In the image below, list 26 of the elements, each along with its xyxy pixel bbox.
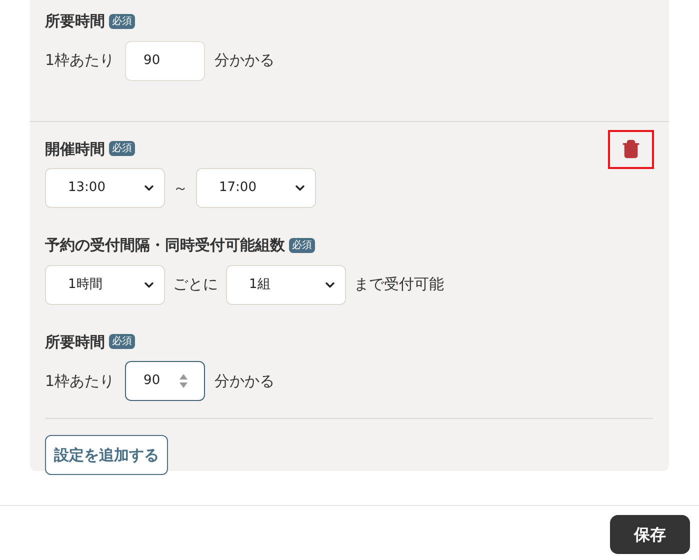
trash-icon [621,139,641,159]
number-input[interactable]: 90 [124,361,205,401]
number-input[interactable]: 90 [124,40,205,80]
add-setting-button[interactable]: 設定を追加する [45,435,168,475]
dropdown-select[interactable]: 1組 [226,264,346,304]
required-badge: 必須 [109,334,135,350]
required-badge: 必須 [289,238,315,253]
field-label: 所要時間 [45,11,105,32]
field-text: 分かかる [214,50,275,72]
field-text: 分かかる [214,370,275,392]
dropdown-select[interactable]: 13:00 [45,168,165,208]
spinner-arrows-icon[interactable] [178,373,188,389]
dropdown-select[interactable]: 1時間 [45,264,165,304]
required-badge: 必須 [109,141,135,156]
required-badge: 必須 [109,14,135,29]
delete-button[interactable] [608,130,654,168]
dropdown-select[interactable]: 17:00 [196,168,316,208]
field-label: 予約の受付間隔・同時受付可能組数 [45,235,285,256]
field-label: 開催時間 [45,138,105,160]
field-text: まで受付可能 [354,274,444,296]
field-label: 所要時間 [45,332,105,352]
field-text: 1枠あたり [45,50,115,72]
save-button[interactable]: 保存 [610,515,690,554]
range-separator: ～ [173,178,188,199]
field-text: 1枠あたり [45,370,115,392]
field-text: ごとに [173,274,218,296]
